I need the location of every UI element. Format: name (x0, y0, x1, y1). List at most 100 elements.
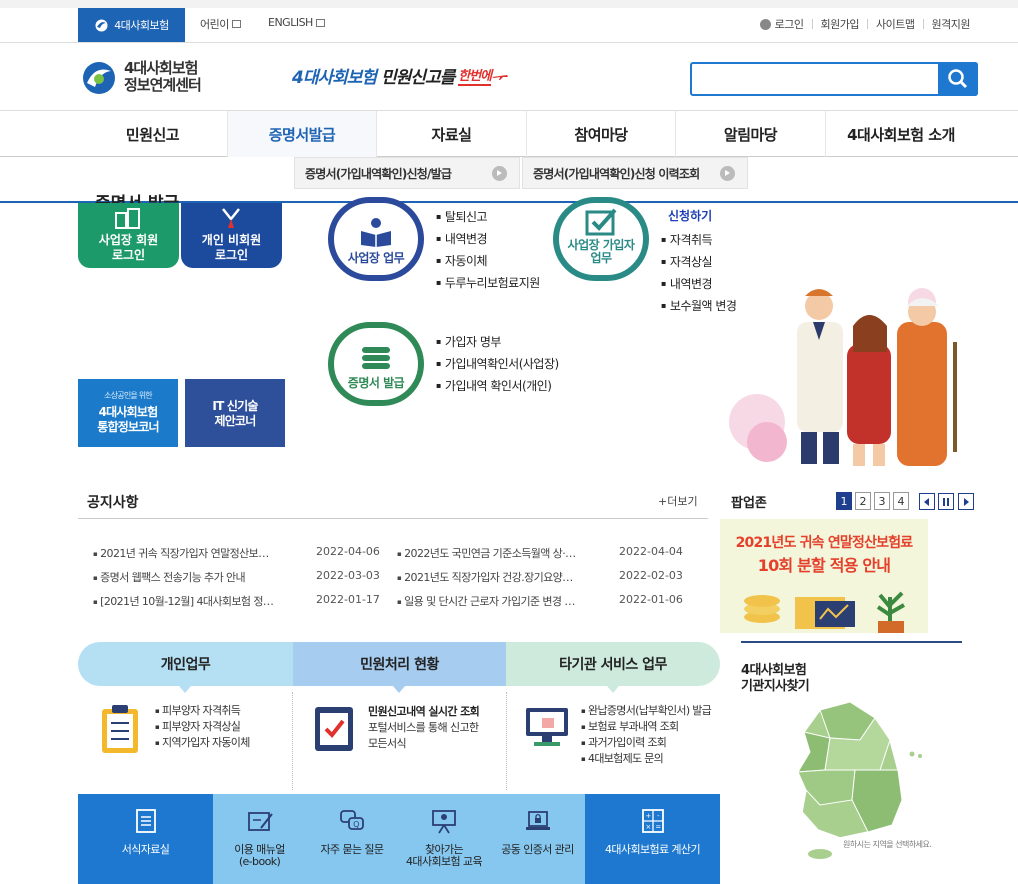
link-dependent-loss[interactable]: 피부양자 자격상실 (155, 719, 250, 735)
notice-date: 2022-02-03 (619, 569, 683, 582)
link-premium-history[interactable]: 보험료 부과내역 조회 (581, 719, 711, 735)
bottom-menu-certificate[interactable]: 공동 인증서 관리 (490, 794, 585, 884)
link-system-inquiry[interactable]: 4대보험제도 문의 (581, 751, 711, 767)
bottom-menu-label: 공동 인증서 관리 (501, 843, 574, 856)
tab-personal-work[interactable]: 개인업무 (78, 642, 293, 686)
link-regional-auto-transfer[interactable]: 지역가입자 자동이체 (155, 735, 250, 751)
nav-participation[interactable]: 참여마당 (527, 111, 676, 157)
sitemap-link[interactable]: 사이트맵 (876, 16, 915, 32)
pen-paper-icon (247, 812, 273, 831)
header-slogan: 4대사회보험 민원신고를 한번에 (292, 63, 509, 88)
buildings-icon (115, 208, 140, 229)
link-tax-clearance[interactable]: 완납증명서(납부확인서) 발급 (581, 703, 712, 719)
find-title-line-1: 4대사회보험 (741, 663, 807, 678)
workers-illustration (729, 288, 957, 466)
laptop-lock-icon (525, 811, 550, 830)
nav-certificate[interactable]: 증명서발급 (228, 111, 377, 157)
svg-text:Q: Q (353, 820, 359, 829)
notice-date: 2022-04-04 (619, 545, 683, 558)
banner-small-label: 소상공인을 위한 (104, 391, 152, 400)
tab-civil-status[interactable]: 민원처리 현황 (293, 642, 506, 686)
lock-icon (759, 18, 771, 30)
bottom-menu-manual[interactable]: 이용 매뉴얼 (e-book) (213, 794, 306, 884)
search-button[interactable] (938, 62, 978, 96)
notice-item[interactable]: 일용 및 단시간 근로자 가입기준 변경 … (397, 593, 575, 609)
popup-page-2[interactable]: 2 (855, 492, 871, 510)
personal-guest-login-button[interactable]: 개인 비회원 로그인 (181, 203, 282, 268)
nav-about[interactable]: 4대사회보험 소개 (826, 111, 976, 157)
nav-library[interactable]: 자료실 (377, 111, 527, 157)
nav-civil-report[interactable]: 민원신고 (78, 111, 228, 157)
search-icon (948, 69, 968, 89)
popup-page-3[interactable]: 3 (874, 492, 890, 510)
popup-pause-button[interactable] (938, 493, 954, 510)
bottom-menu-label: 이용 매뉴얼 (e-book) (234, 843, 285, 868)
bottom-menu-forms[interactable]: 서식자료실 (78, 794, 213, 884)
site-logo-icon[interactable] (82, 61, 116, 95)
find-title-line-2: 기관지사찾기 (741, 679, 810, 694)
notice-item[interactable]: 2021년도 직장가입자 건강.장기요양… (397, 569, 573, 585)
popup-prev-button[interactable] (919, 493, 935, 510)
link-qualification-acquire[interactable]: 자격취득 (661, 229, 736, 251)
link-details-change[interactable]: 내역변경 (436, 228, 540, 250)
popup-next-button[interactable] (958, 493, 974, 510)
notice-item[interactable]: 2021년 귀속 직장가입자 연말정산보… (93, 545, 269, 561)
link-personal-certificate[interactable]: 가입내역 확인서(개인) (436, 375, 559, 397)
bottom-menu-education[interactable]: 찾아가는 4대사회보험 교육 (398, 794, 490, 884)
apply-label[interactable]: 신청하기 (668, 207, 712, 224)
site-logo-text[interactable]: 4대사회보험 정보연계센터 (124, 60, 202, 94)
page: 4대사회보험 어린이 ENGLISH 로그인 회원가입 사이트맵 원격지원 4대… (0, 0, 1018, 884)
link-durunuri-support[interactable]: 두루누리보험료지원 (436, 272, 540, 294)
popup-banner[interactable]: 2021년도 귀속 연말정산보험료 10회 분할 적용 안내 (720, 519, 928, 633)
search-input[interactable] (696, 67, 934, 91)
link-past-subscription[interactable]: 과거가입이력 조회 (581, 735, 711, 751)
divider (506, 692, 507, 790)
link-dependent-acquire[interactable]: 피부양자 자격취득 (155, 703, 250, 719)
small-business-info-banner[interactable]: 소상공인을 위한 4대사회보험 통합정보코너 (78, 379, 178, 447)
realtime-status-title[interactable]: 민원신고내역 실시간 조회 (368, 703, 480, 719)
notice-item[interactable]: [2021년 10월-12월] 4대사회보험 정… (93, 593, 274, 609)
submenu-certificate-issue[interactable]: 증명서(가입내역확인)신청/발급 (294, 157, 520, 189)
submenu-certificate-history[interactable]: 증명서(가입내역확인)신청 이력조회 (522, 157, 748, 189)
business-subscriber-circle[interactable]: 사업장 가입자 업무 (553, 197, 649, 281)
bottom-menu-faq[interactable]: Q 자주 묻는 질문 (306, 794, 398, 884)
topbar-brand-tab[interactable]: 4대사회보험 (78, 8, 185, 42)
tab-pointer (393, 686, 405, 693)
link-subscriber-details-change[interactable]: 내역변경 (661, 273, 736, 295)
nav-notice[interactable]: 알림마당 (676, 111, 826, 157)
checkbox-icon (585, 208, 617, 236)
certificate-issue-list: 가입자 명부 가입내역확인서(사업장) 가입내역 확인서(개인) (436, 331, 559, 397)
topbar-link-kids[interactable]: 어린이 (200, 16, 241, 32)
coins-illustration (744, 591, 905, 633)
login-link[interactable]: 로그인 (775, 16, 804, 32)
notice-more-link[interactable]: +더보기 (658, 493, 698, 509)
business-work-circle[interactable]: 사업장 업무 (328, 197, 424, 281)
notice-item[interactable]: 2022년도 국민연금 기준소득월액 상·… (397, 545, 576, 561)
calculator-icon: + -× = (641, 809, 664, 833)
link-monthly-pay-change[interactable]: 보수월액 변경 (661, 295, 737, 317)
divider (292, 692, 293, 790)
link-subscriber-list[interactable]: 가입자 명부 (436, 331, 559, 353)
link-business-certificate[interactable]: 가입내역확인서(사업장) (436, 353, 559, 375)
circle-label: 사업장 업무 (347, 251, 405, 265)
signup-link[interactable]: 회원가입 (821, 16, 860, 32)
popup-page-1[interactable]: 1 (836, 492, 852, 510)
find-branch-hint: 원하시는 지역을 선택하세요. (843, 840, 932, 849)
topbar-brand-label: 4대사회보험 (114, 19, 169, 32)
link-auto-transfer[interactable]: 자동이체 (436, 250, 540, 272)
popup-page-4[interactable]: 4 (893, 492, 909, 510)
certificate-issue-circle[interactable]: 증명서 발급 (328, 322, 424, 406)
link-withdrawal-report[interactable]: 탈퇴신고 (436, 206, 540, 228)
notice-item[interactable]: 증명서 웹팩스 전송기능 추가 안내 (93, 569, 245, 585)
topbar-account-links: 로그인 회원가입 사이트맵 원격지원 (759, 16, 971, 32)
it-tech-proposal-banner[interactable]: IT 신기술 제안코너 (185, 379, 285, 447)
business-member-login-button[interactable]: 사업장 회원 로그인 (78, 203, 179, 268)
chat-bubbles-icon: Q (340, 810, 364, 830)
tab-other-agency[interactable]: 타기관 서비스 업무 (506, 642, 720, 686)
personal-login-label-1: 개인 비회원 (201, 233, 262, 247)
remote-support-link[interactable]: 원격지원 (932, 16, 971, 32)
topbar-link-english[interactable]: ENGLISH (268, 16, 325, 29)
bottom-menu-calculator[interactable]: + - × = 4대사회보험료 계산기 (585, 794, 720, 884)
korea-map[interactable] (780, 700, 930, 860)
link-qualification-loss[interactable]: 자격상실 (661, 251, 736, 273)
